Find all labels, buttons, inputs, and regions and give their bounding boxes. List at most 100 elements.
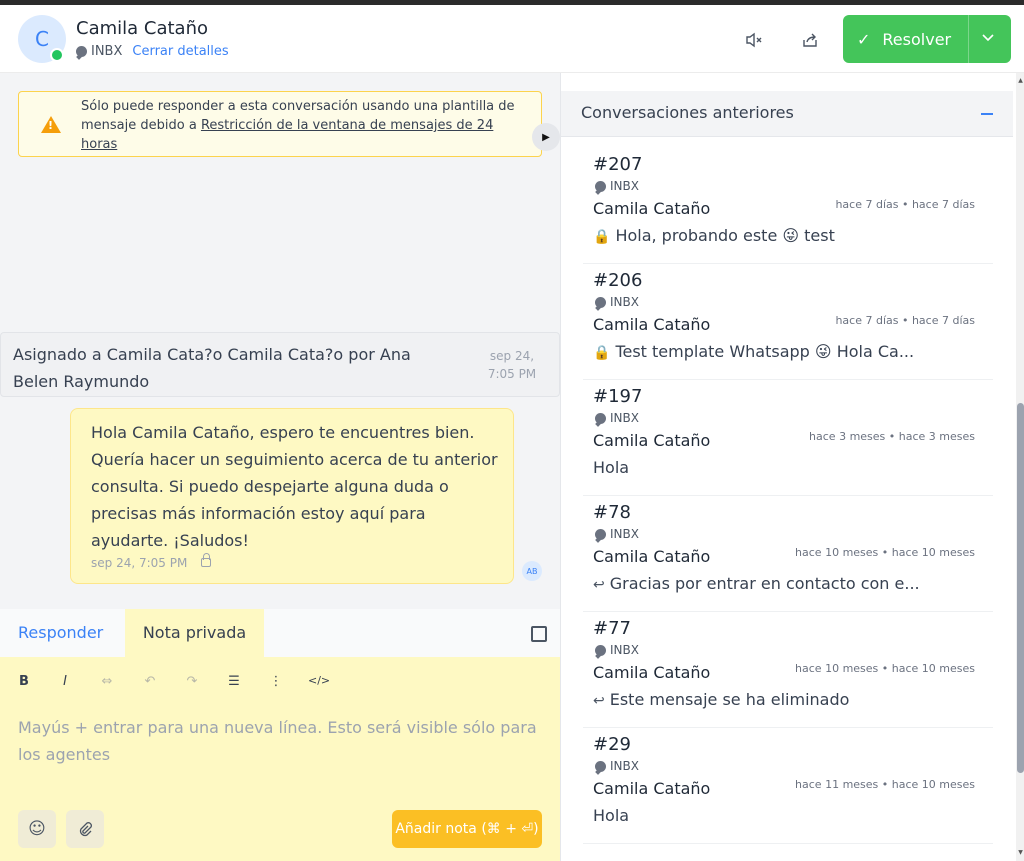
preview-text: Gracias por entrar en contacto con e...: [609, 574, 920, 593]
conversation-inbox: INBX: [595, 295, 639, 309]
conversation-inbox: INBX: [595, 527, 639, 541]
conversation-inbox: INBX: [595, 411, 639, 425]
previous-conversation-item[interactable]: #197 INBX Camila Cataño hace 3 meses • h…: [583, 380, 993, 496]
conversation-contact: Camila Cataño: [593, 431, 711, 450]
scroll-thumb[interactable]: [1017, 403, 1024, 773]
inbox-name: INBX: [610, 295, 639, 309]
check-icon: ✓: [857, 29, 871, 49]
lock-icon: [201, 553, 211, 567]
resolve-button[interactable]: ✓ Resolver: [843, 15, 1011, 63]
contact-details-pane: Conversaciones anteriores #207 INBX Cami…: [560, 73, 1024, 861]
scrollbar[interactable]: ▲ ▼: [1016, 73, 1024, 861]
preview-text: Hola, probando este 😜 test: [615, 226, 835, 245]
inbox-name: INBX: [610, 643, 639, 657]
resolve-divider: [968, 15, 969, 63]
preview-text: Hola: [593, 458, 630, 477]
preview-text: Este mensaje se ha eliminado: [609, 690, 850, 709]
conversation-id: #197: [593, 386, 643, 407]
tab-reply[interactable]: Responder: [18, 609, 103, 657]
link-icon[interactable]: ⇔: [97, 674, 117, 689]
italic-icon[interactable]: I: [55, 674, 75, 689]
previous-conversation-item[interactable]: #206 INBX Camila Cataño hace 7 días • ha…: [583, 264, 993, 380]
private-note-editor[interactable]: B I ⇔ ↶ ↷ ☰ ⋮ </> Mayús + entrar para un…: [0, 657, 560, 861]
previous-conversation-item[interactable]: #78 INBX Camila Cataño hace 10 meses • h…: [583, 496, 993, 612]
previous-conversations-title: Conversaciones anteriores: [581, 103, 794, 122]
collapse-icon[interactable]: [981, 113, 993, 115]
chat-bubble-icon: [595, 180, 606, 192]
conversation-inbox: INBX: [595, 759, 639, 773]
conversation-id: #29: [593, 734, 631, 755]
inbox-name: INBX: [610, 527, 639, 541]
lock-icon: 🔒: [593, 345, 611, 361]
chat-bubble-icon: [595, 412, 606, 424]
message-text: Hola Camila Cataño, espero te encuentres…: [91, 423, 498, 550]
activity-message: Asignado a Camila Cata?o Camila Cata?o p…: [0, 332, 560, 397]
numbered-list-icon[interactable]: ⋮: [266, 674, 286, 689]
bold-icon[interactable]: B: [14, 674, 34, 689]
template-restriction-banner: Sólo puede responder a esta conversación…: [18, 91, 542, 157]
previous-conversation-item[interactable]: #77 INBX Camila Cataño hace 10 meses • h…: [583, 612, 993, 728]
resolve-label: Resolver: [882, 29, 952, 49]
conversation-inbox: INBX: [595, 643, 639, 657]
inbox-name: INBX: [610, 179, 639, 193]
contact-name[interactable]: Camila Cataño: [76, 18, 208, 39]
emoji-icon: ☺: [28, 819, 46, 839]
redo-icon[interactable]: ↷: [182, 674, 202, 689]
conversation-preview: ↩ Este mensaje se ha eliminado: [593, 690, 923, 709]
conversation-contact: Camila Cataño: [593, 779, 711, 798]
conversation-time: hace 7 días • hace 7 días: [835, 314, 975, 327]
conversation-preview: Hola: [593, 806, 923, 825]
scroll-up-icon[interactable]: ▲: [1017, 77, 1024, 84]
conversation-header: C Camila Cataño INBX Cerrar detalles ✓ R…: [0, 5, 1024, 73]
banner-text: Sólo puede responder a esta conversación…: [81, 97, 521, 154]
chat-bubble-icon: [595, 760, 606, 772]
bullet-list-icon[interactable]: ☰: [224, 674, 244, 689]
activity-text: Asignado a Camila Cata?o Camila Cata?o p…: [13, 345, 411, 391]
preview-text: Hola: [593, 806, 630, 825]
share-icon[interactable]: [799, 29, 821, 51]
conversation-preview: Hola: [593, 458, 923, 477]
conversation-id: #206: [593, 270, 643, 291]
conversation-contact: Camila Cataño: [593, 663, 711, 682]
conversation-preview: 🔒 Hola, probando este 😜 test: [593, 226, 923, 245]
avatar-initial: C: [35, 27, 49, 51]
conversation-id: #207: [593, 154, 643, 175]
conversation-contact: Camila Cataño: [593, 547, 711, 566]
scroll-down-icon[interactable]: ▼: [1017, 849, 1024, 856]
whatsapp-icon: [50, 48, 64, 62]
conversation-time: hace 7 días • hace 7 días: [835, 198, 975, 211]
chat-bubble-icon: [76, 46, 87, 57]
emoji-button[interactable]: ☺: [18, 810, 56, 848]
chat-bubble-icon: [595, 296, 606, 308]
attach-button[interactable]: [66, 810, 104, 848]
chat-bubble-icon: [595, 528, 606, 540]
warning-icon: [41, 116, 61, 133]
conversation-time: hace 10 meses • hace 10 meses: [795, 546, 975, 559]
toggle-sidebar-icon[interactable]: ▶: [532, 123, 560, 151]
conversation-id: #77: [593, 618, 631, 639]
conversation-contact: Camila Cataño: [593, 315, 711, 334]
conversation-preview: 🔒 Test template Whatsapp 😜 Hola Ca...: [593, 342, 923, 361]
previous-conversation-item[interactable]: #29 INBX Camila Cataño hace 11 meses • h…: [583, 728, 993, 844]
close-details-link[interactable]: Cerrar detalles: [132, 44, 228, 59]
conversation-preview: ↩ Gracias por entrar en contacto con e...: [593, 574, 923, 593]
reply-icon: ↩: [593, 693, 605, 709]
conversation-pane: Sólo puede responder a esta conversación…: [0, 73, 560, 861]
lock-icon: 🔒: [593, 229, 611, 245]
tab-private-note[interactable]: Nota privada: [125, 609, 264, 657]
inbox-name: INBX: [91, 44, 123, 59]
conversation-inbox: INBX: [595, 179, 639, 193]
outgoing-message: Hola Camila Cataño, espero te encuentres…: [70, 408, 514, 584]
undo-icon[interactable]: ↶: [140, 674, 160, 689]
conversation-time: hace 11 meses • hace 10 meses: [795, 778, 975, 791]
chevron-down-icon[interactable]: [981, 29, 995, 48]
previous-conversation-item[interactable]: #207 INBX Camila Cataño hace 7 días • ha…: [583, 148, 993, 264]
note-input[interactable]: Mayús + entrar para una nueva línea. Est…: [18, 714, 538, 768]
add-note-button[interactable]: Añadir nota (⌘ + ⏎): [392, 810, 542, 848]
previous-conversations-header[interactable]: Conversaciones anteriores: [561, 91, 1013, 137]
conversation-time: hace 3 meses • hace 3 meses: [809, 430, 975, 443]
code-icon[interactable]: </>: [308, 674, 330, 687]
speaker-mute-icon[interactable]: [743, 29, 765, 51]
conversation-contact: Camila Cataño: [593, 199, 711, 218]
expand-icon[interactable]: [531, 626, 547, 642]
